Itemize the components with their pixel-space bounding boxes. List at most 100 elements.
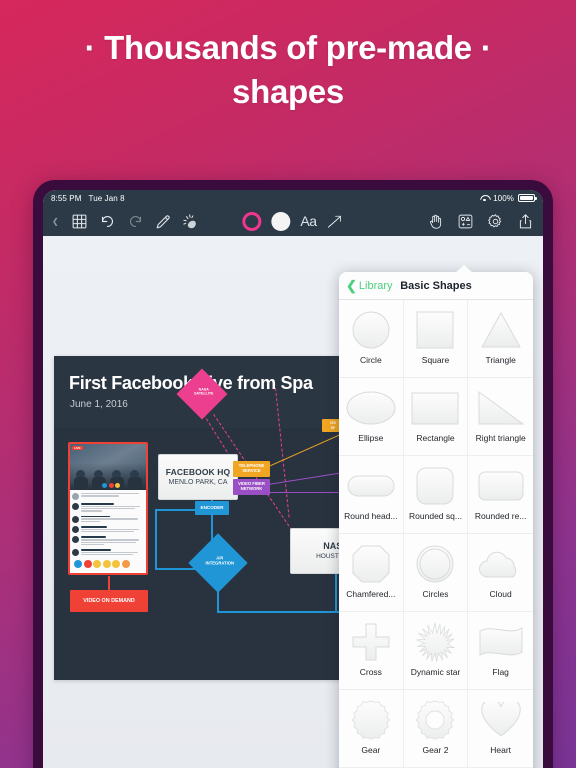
shape-item-rectangle[interactable]: Rectangle <box>403 378 469 456</box>
gear-2-icon <box>404 697 468 743</box>
undo-icon[interactable] <box>99 213 116 230</box>
shape-item-square[interactable]: Square <box>403 300 469 378</box>
shape-item-rounded-rect[interactable]: Rounded re... <box>468 456 533 534</box>
battery-percent-label: 100% <box>493 193 514 203</box>
shape-item-rounded-square[interactable]: Rounded sq... <box>403 456 469 534</box>
rounded-square-icon <box>404 463 468 509</box>
eraser-icon[interactable] <box>183 213 200 230</box>
shape-item-gear-2[interactable]: Gear 2 <box>403 690 469 768</box>
circle-icon <box>339 307 403 353</box>
connector-blue-api-left-v <box>155 509 157 569</box>
fill-color-swatch[interactable] <box>271 211 291 231</box>
shape-item-right-triangle[interactable]: Right triangle <box>468 378 533 456</box>
stroke-color-swatch[interactable] <box>242 211 262 231</box>
shape-label: Rounded sq... <box>409 511 462 521</box>
node-facebook-hq-sub: MENLO PARK, CA <box>168 478 228 486</box>
status-bar: 8:55 PM Tue Jan 8 100% <box>43 190 543 206</box>
popover-caret <box>455 265 473 273</box>
shape-label: Cross <box>359 667 382 677</box>
circles-icon <box>404 541 468 587</box>
shape-label: Heart <box>490 745 512 755</box>
phone-mockup: LIVE <box>68 442 148 575</box>
node-telephone-service[interactable]: TELEPHONE SERVICE <box>233 461 270 477</box>
grid-icon[interactable] <box>71 213 88 230</box>
app-toolbar: ❮ Aa <box>43 206 543 236</box>
shape-item-dynamic-star[interactable]: Dynamic star <box>403 612 469 690</box>
shape-label: Square <box>421 355 450 365</box>
status-bar-date: Tue Jan 8 <box>88 193 125 203</box>
shape-label: Chamfered... <box>346 589 396 599</box>
shape-item-circle[interactable]: Circle <box>339 300 404 378</box>
tablet-screen: 8:55 PM Tue Jan 8 100% ❮ Aa First Facebo… <box>43 190 543 768</box>
pencil-icon[interactable] <box>155 213 172 230</box>
hand-tool-icon[interactable] <box>427 213 444 230</box>
slide-canvas[interactable]: First Facebook Live from Spa June 1, 201… <box>54 356 380 680</box>
gear-icon <box>339 697 403 743</box>
square-icon <box>404 307 468 353</box>
battery-full-icon <box>518 194 537 202</box>
workspace[interactable]: First Facebook Live from Spa June 1, 201… <box>43 236 543 768</box>
status-bar-time: 8:55 PM <box>51 193 82 203</box>
shape-label: Circles <box>422 589 449 599</box>
shape-label: Round head... <box>344 511 398 521</box>
phone-comment-feed <box>70 490 146 573</box>
shape-item-round-head[interactable]: Round head... <box>339 456 404 534</box>
round-head-icon <box>339 463 403 509</box>
shape-item-ellipse[interactable]: Ellipse <box>339 378 404 456</box>
shape-item-cross[interactable]: Cross <box>339 612 404 690</box>
shape-item-circles[interactable]: Circles <box>403 534 469 612</box>
rounded-rect-icon <box>468 463 533 509</box>
shape-item-heart[interactable]: Heart <box>468 690 533 768</box>
redo-icon[interactable] <box>127 213 144 230</box>
node-video-fiber-network[interactable]: VIDEO FIBER NETWORK <box>233 479 270 495</box>
shapes-grid[interactable]: Circle Square Triangle Ellipse Rectangle… <box>339 300 533 768</box>
node-video-on-demand[interactable]: VIDEO ON DEMAND <box>70 590 148 612</box>
shapes-popover[interactable]: ❮ Library Basic Shapes Circle Square Tri… <box>339 272 533 768</box>
slide-date: June 1, 2016 <box>70 399 128 410</box>
shape-label: Gear 2 <box>422 745 449 755</box>
dynamic-star-icon <box>404 619 468 665</box>
connector-blue-api-left-h <box>155 509 199 511</box>
chevron-left-icon: ❮ <box>346 278 357 293</box>
shape-item-chamfered[interactable]: Chamfered... <box>339 534 404 612</box>
diagram-area[interactable]: LIVE NASA SATELLITE ISS DF FACEBOOK HQ M… <box>54 368 380 680</box>
shapes-library-icon[interactable] <box>457 213 474 230</box>
tablet-device-frame: 8:55 PM Tue Jan 8 100% ❮ Aa First Facebo… <box>33 180 553 768</box>
shape-label: Right triangle <box>475 433 526 443</box>
shape-label: Triangle <box>485 355 516 365</box>
shape-item-triangle[interactable]: Triangle <box>468 300 533 378</box>
live-badge: LIVE <box>72 446 83 450</box>
share-icon[interactable] <box>517 213 534 230</box>
cross-icon <box>339 619 403 665</box>
connector-red-vod <box>108 576 110 591</box>
line-arrow-tool[interactable] <box>327 213 344 230</box>
triangle-icon <box>468 307 533 353</box>
chamfered-icon <box>339 541 403 587</box>
connector-blue-nasa-v <box>335 574 337 612</box>
page-title: · Thousands of pre-made · shapes <box>84 29 492 110</box>
cloud-icon <box>468 541 533 587</box>
shape-label: Flag <box>492 667 509 677</box>
rectangle-icon <box>404 385 468 431</box>
shape-label: Rounded re... <box>474 511 527 521</box>
node-api-integration[interactable]: API INTEGRATION <box>188 533 248 593</box>
shape-label: Gear <box>361 745 381 755</box>
node-facebook-hq-title: FACEBOOK HQ <box>165 466 231 477</box>
shape-item-cloud[interactable]: Cloud <box>468 534 533 612</box>
shape-label: Ellipse <box>358 433 384 443</box>
right-triangle-icon <box>468 385 533 431</box>
library-back-button[interactable]: ❮ Library <box>339 279 393 292</box>
popover-header: ❮ Library Basic Shapes <box>339 272 533 300</box>
shape-label: Circle <box>359 355 382 365</box>
shape-label: Cloud <box>489 589 512 599</box>
flag-icon <box>468 619 533 665</box>
wifi-icon <box>480 195 489 202</box>
settings-gear-icon[interactable] <box>487 213 504 230</box>
shape-item-flag[interactable]: Flag <box>468 612 533 690</box>
shape-label: Rectangle <box>416 433 455 443</box>
node-facebook-hq[interactable]: FACEBOOK HQ MENLO PARK, CA <box>158 454 238 500</box>
text-tool[interactable]: Aa <box>300 213 317 229</box>
node-encoder[interactable]: ENCODER <box>195 501 229 515</box>
chevron-left-icon[interactable]: ❮ <box>52 217 59 226</box>
shape-item-gear[interactable]: Gear <box>339 690 404 768</box>
